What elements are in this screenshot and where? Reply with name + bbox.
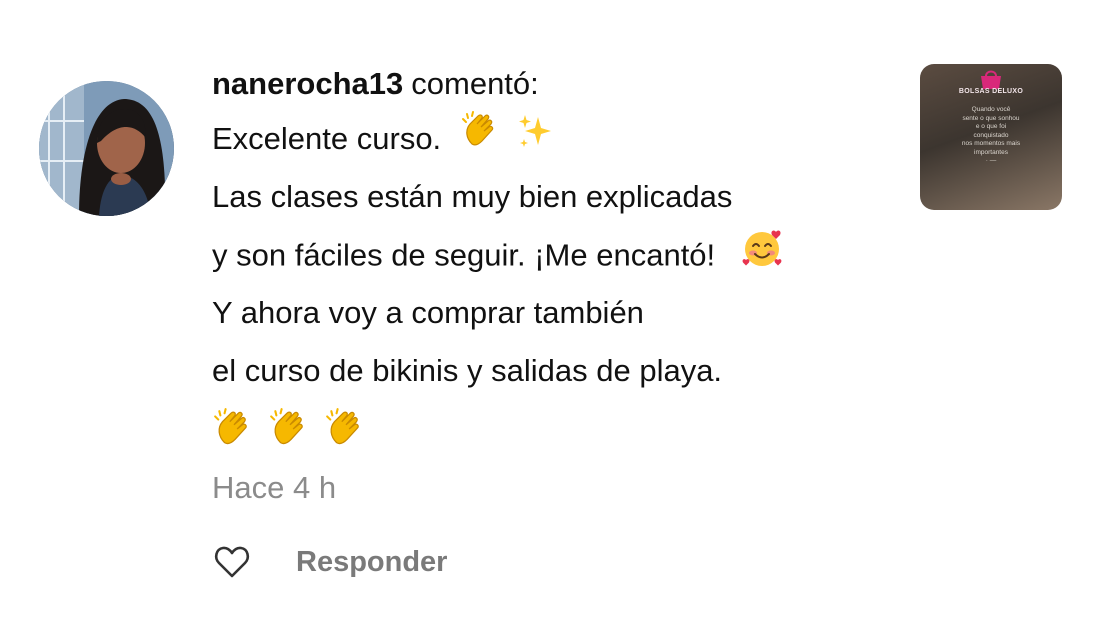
comment-line-1: Excelente curso.	[212, 110, 892, 168]
clapping-hands-icon	[268, 407, 312, 456]
comment-text: Excelente curso.	[212, 121, 442, 156]
comment-timestamp: Hace 4 h	[212, 470, 337, 505]
reply-button[interactable]: Responder	[296, 546, 447, 579]
clapping-hands-icon	[212, 407, 256, 456]
comment-actions: Responder	[212, 538, 892, 586]
comment-body: nanerocha13 comentó: Excelente curso. Las…	[212, 60, 892, 586]
comment-text: y son fáciles de seguir. ¡Me encantó!	[212, 237, 716, 273]
comment-emoji-line	[212, 402, 892, 460]
comment-line-5: el curso de bikinis y salidas de playa.	[212, 342, 892, 400]
username[interactable]: nanerocha13	[212, 66, 403, 101]
comment-header: nanerocha13 comentó:	[212, 60, 892, 108]
bag-logo-icon	[981, 70, 1001, 89]
clapping-hands-icon	[324, 407, 368, 456]
avatar-photo	[39, 81, 174, 216]
heart-outline-icon[interactable]	[212, 542, 252, 582]
comment-line-3: y son fáciles de seguir. ¡Me encantó!	[212, 226, 892, 284]
avatar[interactable]	[39, 81, 174, 216]
comment-line-4: Y ahora voy a comprar también	[212, 284, 892, 342]
sparkles-icon	[516, 112, 554, 170]
comment-text: Las clases están muy bien explicadas	[212, 179, 733, 214]
thumbnail-caption: Quando você sente o que sonhou e o que f…	[961, 106, 1021, 164]
comment-verb: comentó:	[411, 66, 539, 101]
comment-text: el curso de bikinis y salidas de playa.	[212, 353, 723, 388]
smiling-face-with-hearts-icon	[740, 226, 784, 289]
thumbnail-brand: BOLSAS DELUXO	[958, 88, 1024, 95]
comment-line-2: Las clases están muy bien explicadas	[212, 168, 892, 226]
comment-text: Y ahora voy a comprar también	[212, 295, 644, 330]
post-thumbnail[interactable]: BOLSAS DELUXO Quando você sente o que so…	[920, 64, 1062, 210]
clapping-hands-icon	[460, 110, 502, 171]
